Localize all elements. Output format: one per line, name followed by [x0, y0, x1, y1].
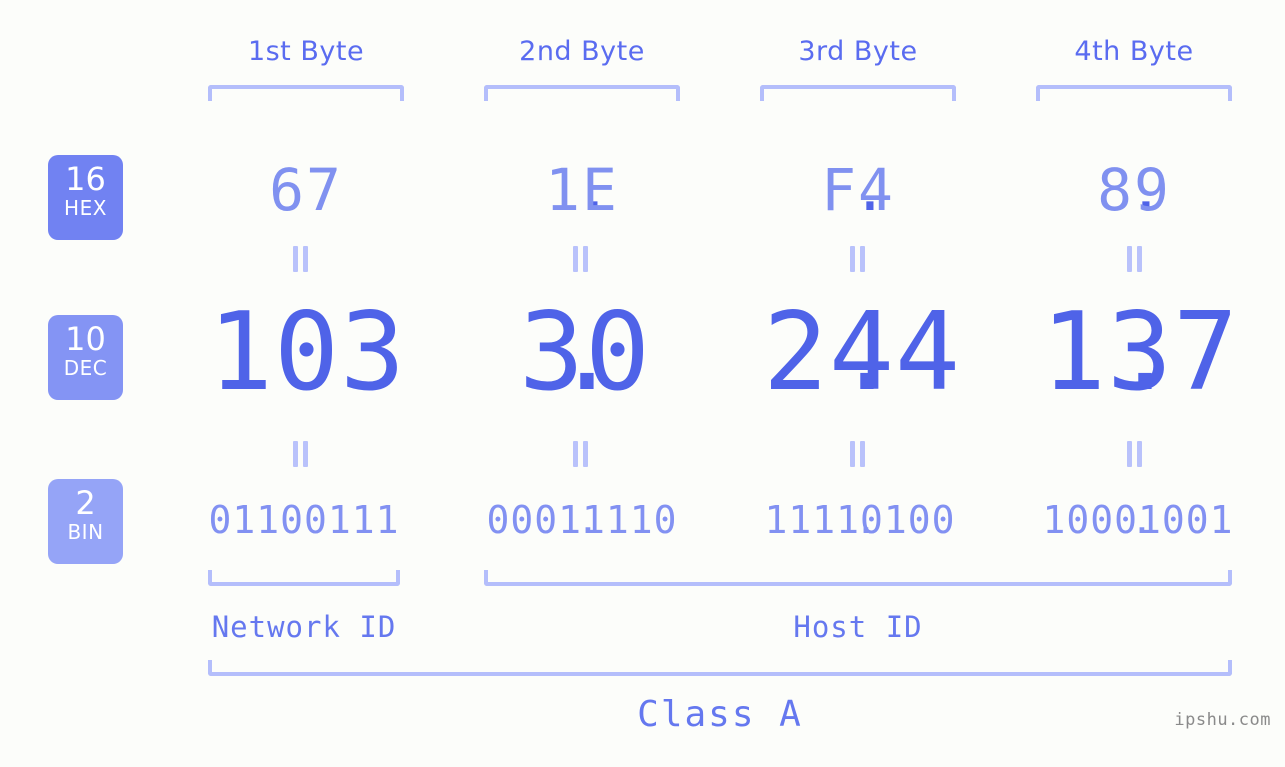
- network-id-bracket: [208, 570, 400, 586]
- equals-connector-dec-bin-3: [849, 441, 867, 467]
- equals-connector-hex-dec-1: [292, 246, 310, 272]
- hex-byte-2: 1E: [545, 156, 619, 224]
- equals-connector-hex-dec-3: [849, 246, 867, 272]
- base-badge-hex: 16 HEX: [48, 155, 123, 240]
- bin-byte-4: 10001001: [1042, 498, 1234, 542]
- base-badge-dec: 10 DEC: [48, 315, 123, 400]
- class-bracket: [208, 660, 1232, 676]
- byte-header-3: 3rd Byte: [798, 36, 918, 67]
- dec-value-row: 103 . 30 . 244 . 137: [150, 295, 1260, 410]
- host-id-bracket: [484, 570, 1232, 586]
- byte-header-1: 1st Byte: [247, 36, 365, 67]
- byte-header-4: 4th Byte: [1074, 36, 1194, 67]
- bin-byte-3: 11110100: [764, 498, 956, 542]
- dec-byte-2: 30: [518, 290, 652, 415]
- base-badge-bin: 2 BIN: [48, 479, 123, 564]
- base-badge-hex-number: 16: [65, 160, 106, 198]
- ip-byte-breakdown-diagram: 1st Byte 2nd Byte 3rd Byte 4th Byte 16 H…: [0, 0, 1285, 767]
- dec-byte-3: 244: [762, 290, 962, 415]
- equals-connector-hex-dec-2: [572, 246, 590, 272]
- base-badge-dec-name: DEC: [63, 356, 108, 380]
- byte-bracket-2: [484, 85, 680, 101]
- network-id-label: Network ID: [211, 610, 397, 644]
- class-label: Class A: [637, 694, 803, 735]
- hex-byte-1: 67: [269, 156, 343, 224]
- byte-bracket-1: [208, 85, 404, 101]
- dec-byte-1: 103: [207, 290, 407, 415]
- bin-value-row: 01100111 . 00011110 . 11110100 . 1000100…: [150, 490, 1260, 550]
- bin-byte-2: 00011110: [486, 498, 678, 542]
- equals-connector-dec-bin-4: [1126, 441, 1144, 467]
- hex-byte-4: 89: [1097, 156, 1171, 224]
- equals-connector-dec-bin-1: [292, 441, 310, 467]
- hex-byte-3: F4: [821, 156, 895, 224]
- bin-byte-1: 01100111: [208, 498, 400, 542]
- byte-bracket-3: [760, 85, 956, 101]
- byte-header-2: 2nd Byte: [519, 36, 645, 67]
- base-badge-bin-name: BIN: [67, 520, 104, 544]
- base-badge-bin-number: 2: [75, 484, 96, 522]
- host-id-label: Host ID: [793, 610, 923, 644]
- hex-value-row: 67 . 1E . F4 . 89: [150, 150, 1260, 230]
- base-badge-dec-number: 10: [65, 320, 106, 358]
- base-badge-hex-name: HEX: [64, 196, 107, 220]
- dec-byte-4: 137: [1040, 290, 1240, 415]
- watermark: ipshu.com: [1174, 710, 1271, 730]
- byte-bracket-4: [1036, 85, 1232, 101]
- equals-connector-dec-bin-2: [572, 441, 590, 467]
- equals-connector-hex-dec-4: [1126, 246, 1144, 272]
